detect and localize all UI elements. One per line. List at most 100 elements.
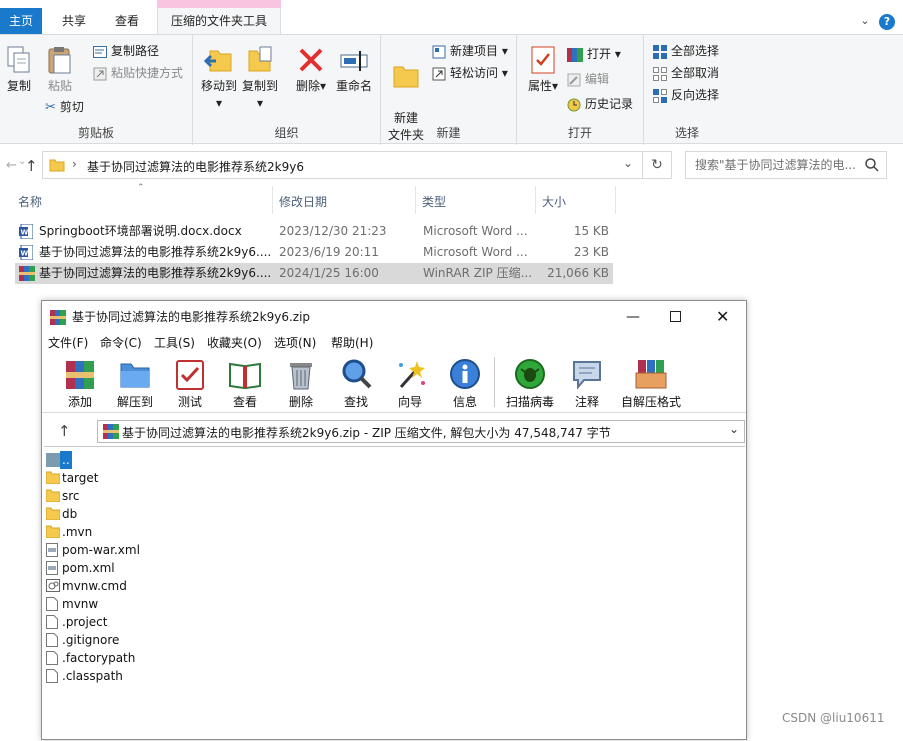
item-name: .project (62, 615, 108, 629)
archive-path-text: 基于协同过滤算法的电影推荐系统2k9y6.zip - ZIP 压缩文件, 解包大… (122, 426, 611, 440)
minimize-icon[interactable]: — (626, 301, 640, 333)
new-item-label: 新建项目 (450, 44, 499, 58)
test-label: 测试 (177, 395, 202, 409)
copy-to-button[interactable]: 复制到▾ (241, 45, 279, 112)
file-icon (46, 651, 58, 665)
chevron-down-icon[interactable]: ⌄ (729, 422, 739, 436)
column-divider[interactable] (535, 186, 536, 214)
address-dropdown-icon[interactable]: ⌄ (623, 156, 633, 170)
address-path[interactable]: 基于协同过滤算法的电影推荐系统2k9y6 (87, 158, 304, 175)
open-group-label: 打开 (567, 126, 592, 140)
rename-label: 重命名 (335, 79, 372, 93)
move-to-button[interactable]: 移动到▾ (200, 45, 238, 112)
open-button[interactable]: 打开 ▾ (567, 44, 621, 64)
address-bar[interactable]: › 基于协同过滤算法的电影推荐系统2k9y6 ⌄ (42, 151, 643, 179)
ribbon-collapse-icon[interactable]: ⌄ (858, 14, 872, 28)
easy-access-label: 轻松访问 (450, 66, 499, 80)
xml-file-icon (46, 561, 58, 575)
search-input[interactable]: 搜索"基于协同过滤算法的电... (685, 151, 887, 179)
invert-selection-button[interactable]: 反向选择 (653, 85, 719, 105)
info-icon (450, 359, 480, 389)
folder-icon (46, 507, 60, 520)
paste-button[interactable]: 粘贴 (42, 45, 78, 95)
add-archive-icon (66, 361, 94, 389)
select-all-icon (653, 44, 667, 59)
tab-compressed-folder-tools[interactable]: 压缩的文件夹工具 (157, 8, 281, 34)
menu-options[interactable]: 选项(N) (274, 333, 316, 353)
delete-button[interactable]: 删除▾ (295, 45, 327, 95)
menu-favorites[interactable]: 收藏夹(O) (207, 333, 262, 353)
rename-button[interactable]: 重命名 (333, 45, 375, 95)
invert-selection-icon (653, 88, 667, 103)
column-divider[interactable] (272, 186, 273, 214)
winrar-toolbar: 添加 解压到 测试 查看 删除 查找 向导 信息 扫描病毒 注释 自解压格式 (42, 353, 746, 413)
edit-button[interactable]: 编辑 (567, 69, 609, 89)
refresh-icon[interactable]: ↻ (643, 151, 672, 179)
ribbon-group-clipboard: 复制 粘贴 复制路径 粘贴快捷方式 ✂ 剪切 剪贴板 (0, 35, 193, 145)
winrar-path-bar: ↑ 基于协同过滤算法的电影推荐系统2k9y6.zip - ZIP 压缩文件, 解… (42, 417, 746, 445)
copy-icon (7, 46, 30, 73)
menu-commands[interactable]: 命令(C) (100, 333, 142, 353)
copy-path-button[interactable]: 复制路径 (93, 41, 159, 61)
column-header-size[interactable]: 大小 (539, 191, 615, 213)
file-row-selected[interactable]: 基于协同过滤算法的电影推荐系统2k9y6.... 2024/1/25 16:00… (15, 263, 613, 284)
back-arrow-icon[interactable]: ← (6, 158, 17, 173)
add-button[interactable]: 添加 (62, 357, 98, 410)
properties-label: 属性 (527, 79, 552, 93)
extract-to-button[interactable]: 解压到 (114, 357, 156, 410)
history-button[interactable]: 历史记录 (567, 94, 633, 114)
test-button[interactable]: 测试 (172, 357, 208, 410)
tab-view[interactable]: 查看 (104, 8, 150, 34)
info-button[interactable]: 信息 (447, 357, 483, 410)
tab-share[interactable]: 共享 (50, 8, 98, 34)
easy-access-button[interactable]: 轻松访问 ▾ (432, 63, 508, 83)
maximize-icon[interactable] (670, 311, 681, 322)
winrar-titlebar[interactable]: 基于协同过滤算法的电影推荐系统2k9y6.zip — ✕ (42, 301, 746, 333)
copy-to-label: 复制到 (241, 79, 278, 93)
ribbon-group-new: 新建 文件夹 新建项目 ▾ 轻松访问 ▾ 新建 (381, 35, 517, 145)
copy-button[interactable]: 复制 (2, 45, 36, 95)
rename-icon (340, 51, 368, 71)
help-icon[interactable]: ? (879, 14, 895, 30)
wizard-button[interactable]: 向导 (392, 357, 428, 410)
archive-path-combobox[interactable]: 基于协同过滤算法的电影推荐系统2k9y6.zip - ZIP 压缩文件, 解包大… (97, 420, 745, 443)
column-header-type[interactable]: 类型 (419, 191, 534, 213)
item-name: pom-war.xml (62, 543, 140, 557)
view-button[interactable]: 查看 (227, 357, 263, 410)
tab-home[interactable]: 主页 (0, 8, 42, 34)
up-arrow-icon[interactable]: ↑ (25, 157, 38, 175)
properties-button[interactable]: 属性▾ (525, 45, 561, 95)
file-row[interactable]: W Springboot环境部署说明.docx.docx 2023/12/30 … (15, 221, 613, 242)
menu-file[interactable]: 文件(F) (48, 333, 88, 353)
close-icon[interactable]: ✕ (716, 301, 729, 333)
column-header-date[interactable]: 修改日期 (276, 191, 416, 213)
menu-tools[interactable]: 工具(S) (154, 333, 195, 353)
file-name: 基于协同过滤算法的电影推荐系统2k9y6.... (39, 266, 272, 280)
select-none-button[interactable]: 全部取消 (653, 63, 719, 83)
new-item-button[interactable]: 新建项目 ▾ (432, 41, 508, 61)
comment-button[interactable]: 注释 (569, 357, 605, 410)
item-name: target (62, 471, 99, 485)
item-name: .factorypath (62, 651, 136, 665)
copy-path-label: 复制路径 (111, 44, 160, 58)
delete-archive-button[interactable]: 删除 (283, 357, 319, 410)
select-all-button[interactable]: 全部选择 (653, 41, 719, 61)
cut-button[interactable]: ✂ 剪切 (45, 97, 84, 117)
paste-shortcut-button[interactable]: 粘贴快捷方式 (93, 63, 183, 83)
menu-help[interactable]: 帮助(H) (331, 333, 373, 353)
column-divider[interactable] (415, 186, 416, 214)
sfx-button[interactable]: 自解压格式 (618, 357, 684, 410)
scan-virus-button[interactable]: 扫描病毒 (502, 357, 558, 410)
item-name: .mvn (62, 525, 93, 539)
scissors-icon: ✂ (45, 99, 56, 115)
folder-icon (49, 159, 65, 172)
toolbar-separator (494, 357, 495, 407)
column-header-name[interactable]: 名称 (15, 191, 272, 213)
find-button[interactable]: 查找 (338, 357, 374, 410)
column-divider[interactable] (615, 186, 616, 214)
file-row[interactable]: W 基于协同过滤算法的电影推荐系统2k9y6.... 2023/6/19 20:… (15, 242, 613, 263)
comment-icon (573, 361, 601, 390)
ribbon-group-organize: 移动到▾ 复制到▾ 删除▾ 重命名 组织 (193, 35, 381, 145)
up-one-level-icon[interactable]: ↑ (58, 422, 71, 440)
item-name: .. (60, 451, 72, 469)
